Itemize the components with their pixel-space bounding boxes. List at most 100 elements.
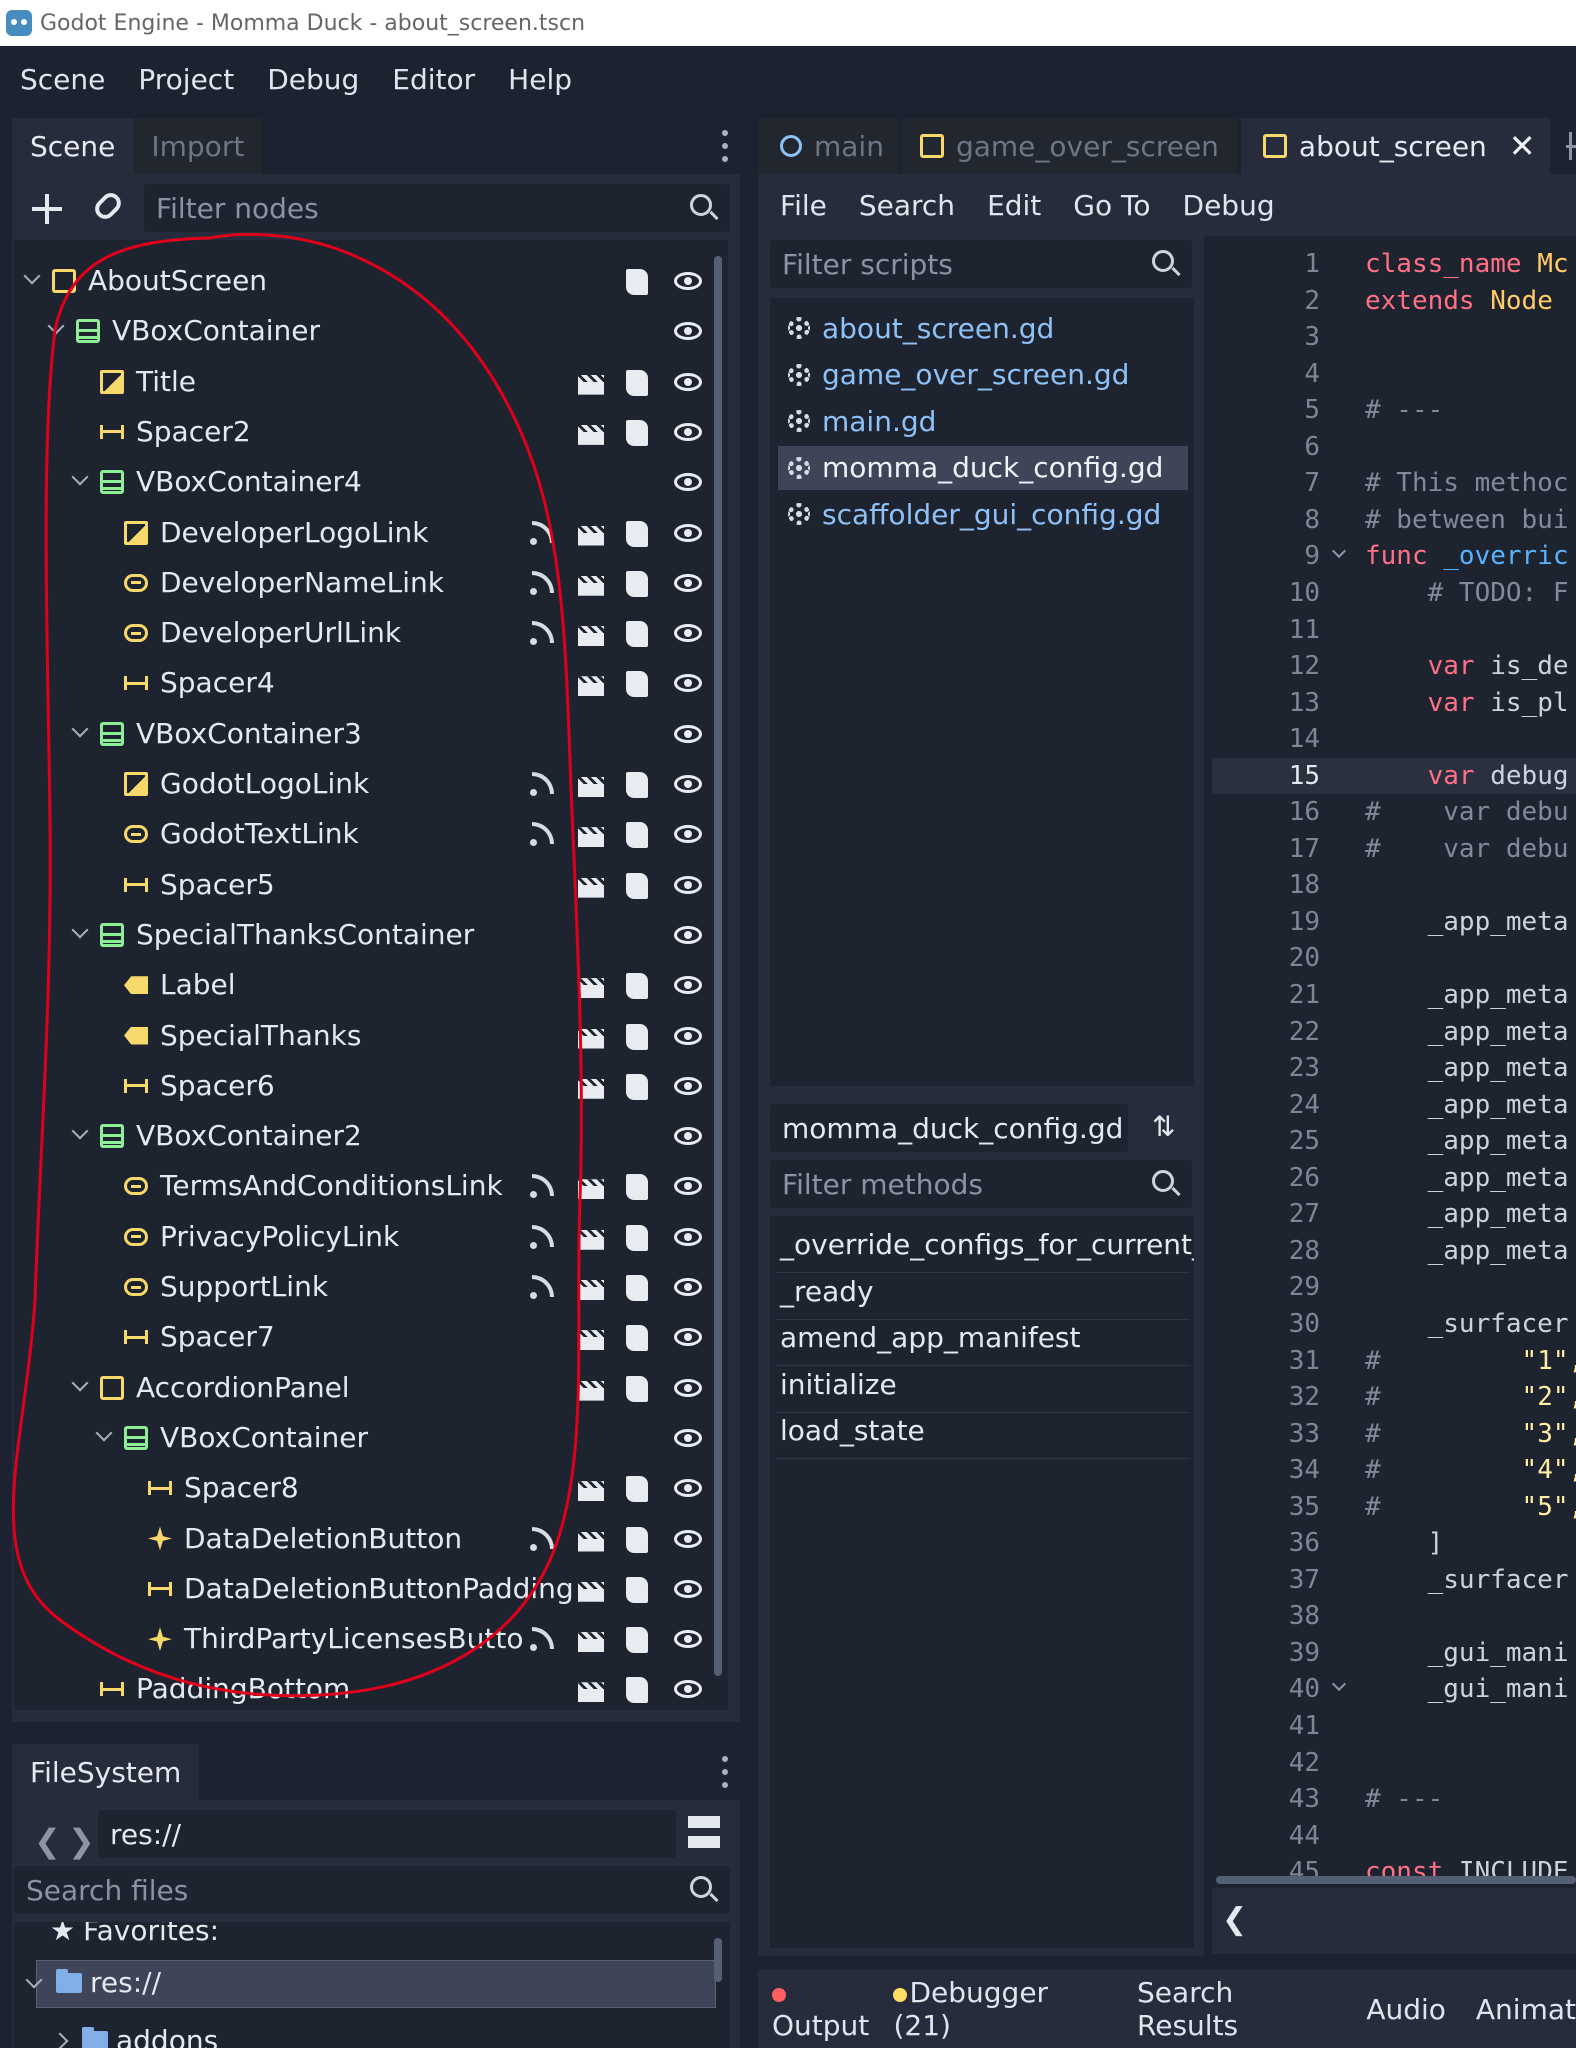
scene-tree-node[interactable]: Label bbox=[14, 960, 714, 1010]
chevron-down-icon[interactable] bbox=[71, 921, 89, 939]
open-scene-clapper-icon[interactable] bbox=[578, 374, 604, 395]
open-scene-clapper-icon[interactable] bbox=[578, 1632, 604, 1653]
tab-filesystem[interactable]: FileSystem bbox=[12, 1744, 200, 1800]
toggle-scripts-panel-icon[interactable]: ❮ bbox=[1222, 1902, 1247, 1937]
signal-icon[interactable] bbox=[530, 822, 554, 847]
scene-tree-node[interactable]: ThirdPartyLicensesButto bbox=[14, 1614, 714, 1664]
signal-icon[interactable] bbox=[530, 1627, 554, 1652]
tab-scene[interactable]: Scene bbox=[12, 118, 134, 174]
visibility-eye-icon[interactable] bbox=[674, 724, 702, 743]
visibility-eye-icon[interactable] bbox=[674, 422, 702, 441]
script-menu-search[interactable]: Search bbox=[859, 189, 955, 222]
scene-tree-node[interactable]: SupportLink bbox=[14, 1262, 714, 1312]
code-editor[interactable]: 1 class_name Mc 2 extends Node 3 4 5 # --- 6 7 # T… bbox=[1212, 236, 1576, 1876]
favorites-row[interactable]: ★ Favorites: bbox=[50, 1922, 219, 1947]
visibility-eye-icon[interactable] bbox=[674, 976, 702, 995]
script-icon[interactable] bbox=[626, 772, 648, 798]
visibility-eye-icon[interactable] bbox=[674, 925, 702, 944]
scene-tree-node[interactable]: Spacer4 bbox=[14, 658, 714, 708]
menu-scene[interactable]: Scene bbox=[20, 63, 105, 96]
scene-tree-node[interactable]: Spacer6 bbox=[14, 1061, 714, 1111]
signal-icon[interactable] bbox=[530, 520, 554, 545]
scene-tree-node[interactable]: DataDeletionButton bbox=[14, 1514, 714, 1564]
open-scene-clapper-icon[interactable] bbox=[578, 1280, 604, 1300]
visibility-eye-icon[interactable] bbox=[674, 523, 702, 542]
script-icon[interactable] bbox=[626, 1526, 648, 1553]
res-root-row[interactable]: res:// bbox=[25, 1966, 161, 1999]
menu-help[interactable]: Help bbox=[508, 63, 572, 96]
signal-icon[interactable] bbox=[530, 570, 554, 595]
scene-tree-node[interactable]: AboutScreen bbox=[14, 256, 714, 306]
fold-chevron-icon[interactable] bbox=[1331, 1677, 1347, 1692]
script-icon[interactable] bbox=[626, 1375, 648, 1402]
filesystem-dock-menu-icon[interactable] bbox=[722, 1756, 728, 1788]
visibility-eye-icon[interactable] bbox=[674, 1428, 702, 1447]
scene-tree-node[interactable]: TermsAndConditionsLink bbox=[14, 1161, 714, 1211]
scene-tab-about-screen[interactable]: about_screen ✕ bbox=[1240, 118, 1550, 174]
filesystem-scrollbar[interactable] bbox=[714, 1938, 722, 1982]
script-icon[interactable] bbox=[626, 1224, 648, 1251]
chevron-down-icon[interactable] bbox=[71, 468, 89, 486]
script-icon[interactable] bbox=[626, 1627, 648, 1654]
open-scene-clapper-icon[interactable] bbox=[578, 1330, 604, 1351]
close-icon[interactable]: ✕ bbox=[1509, 127, 1536, 165]
signal-icon[interactable] bbox=[530, 1526, 554, 1551]
script-icon[interactable] bbox=[626, 1174, 648, 1201]
add-node-icon[interactable] bbox=[32, 194, 62, 224]
search-files-input[interactable]: Search files bbox=[14, 1866, 730, 1914]
bottom-tab-search-results[interactable]: Search Results bbox=[1137, 1976, 1336, 2042]
script-icon[interactable] bbox=[626, 419, 648, 446]
visibility-eye-icon[interactable] bbox=[674, 1328, 702, 1347]
visibility-eye-icon[interactable] bbox=[674, 1127, 702, 1146]
script-icon[interactable] bbox=[626, 1023, 648, 1050]
open-scene-clapper-icon[interactable] bbox=[578, 777, 604, 797]
script-menu-debug[interactable]: Debug bbox=[1183, 189, 1275, 222]
script-icon[interactable] bbox=[626, 973, 648, 1000]
forward-chevron-icon[interactable]: ❯ bbox=[68, 1822, 95, 1860]
scene-tree-node[interactable]: VBoxContainer3 bbox=[14, 709, 714, 759]
scene-tree-node[interactable]: AccordionPanel bbox=[14, 1363, 714, 1413]
bottom-tab-animation[interactable]: Animat bbox=[1476, 1993, 1576, 2026]
chevron-down-icon[interactable] bbox=[71, 1374, 89, 1392]
script-icon[interactable] bbox=[626, 1325, 648, 1352]
open-scene-clapper-icon[interactable] bbox=[578, 1481, 604, 1502]
open-scene-clapper-icon[interactable] bbox=[578, 1531, 604, 1552]
visibility-eye-icon[interactable] bbox=[674, 1026, 702, 1045]
script-list-item[interactable]: main.gd bbox=[778, 399, 1188, 443]
visibility-eye-icon[interactable] bbox=[674, 573, 702, 592]
scene-tree-node[interactable]: SpecialThanksContainer bbox=[14, 910, 714, 960]
visibility-eye-icon[interactable] bbox=[674, 473, 702, 492]
fold-chevron-icon[interactable] bbox=[1331, 544, 1347, 559]
sort-icon[interactable]: ⇅ bbox=[1152, 1112, 1182, 1142]
script-icon[interactable] bbox=[626, 1576, 648, 1603]
scene-tab-main[interactable]: main bbox=[758, 118, 898, 174]
signal-icon[interactable] bbox=[530, 1174, 554, 1199]
visibility-eye-icon[interactable] bbox=[674, 1479, 702, 1498]
script-icon[interactable] bbox=[626, 671, 648, 698]
script-icon[interactable] bbox=[626, 621, 648, 648]
scene-tree-node[interactable]: SpecialThanks bbox=[14, 1011, 714, 1061]
script-icon[interactable] bbox=[626, 520, 648, 547]
open-scene-clapper-icon[interactable] bbox=[578, 1179, 604, 1200]
split-mode-icon[interactable] bbox=[688, 1816, 720, 1848]
script-icon[interactable] bbox=[626, 1275, 648, 1301]
scene-dock-menu-icon[interactable] bbox=[722, 130, 728, 162]
signal-icon[interactable] bbox=[530, 772, 554, 796]
visibility-eye-icon[interactable] bbox=[674, 1579, 702, 1598]
bottom-tab-debugger[interactable]: Debugger (21) bbox=[893, 1976, 1107, 2042]
visibility-eye-icon[interactable] bbox=[674, 1227, 702, 1246]
visibility-eye-icon[interactable] bbox=[674, 825, 702, 844]
visibility-eye-icon[interactable] bbox=[674, 1630, 702, 1649]
visibility-eye-icon[interactable] bbox=[674, 1177, 702, 1196]
scene-tree-node[interactable]: DataDeletionButtonPadding bbox=[14, 1564, 714, 1614]
scene-tree-node[interactable]: GodotTextLink bbox=[14, 809, 714, 859]
visibility-eye-icon[interactable] bbox=[674, 775, 702, 793]
filter-methods-input[interactable]: Filter methods bbox=[770, 1160, 1192, 1208]
open-scene-clapper-icon[interactable] bbox=[578, 827, 604, 848]
scene-tree-node[interactable]: DeveloperUrlLink bbox=[14, 608, 714, 658]
visibility-eye-icon[interactable] bbox=[674, 1076, 702, 1095]
open-scene-clapper-icon[interactable] bbox=[578, 1028, 604, 1049]
script-icon[interactable] bbox=[626, 570, 648, 597]
scene-tree-node[interactable]: Spacer7 bbox=[14, 1312, 714, 1362]
menu-debug[interactable]: Debug bbox=[267, 63, 359, 96]
